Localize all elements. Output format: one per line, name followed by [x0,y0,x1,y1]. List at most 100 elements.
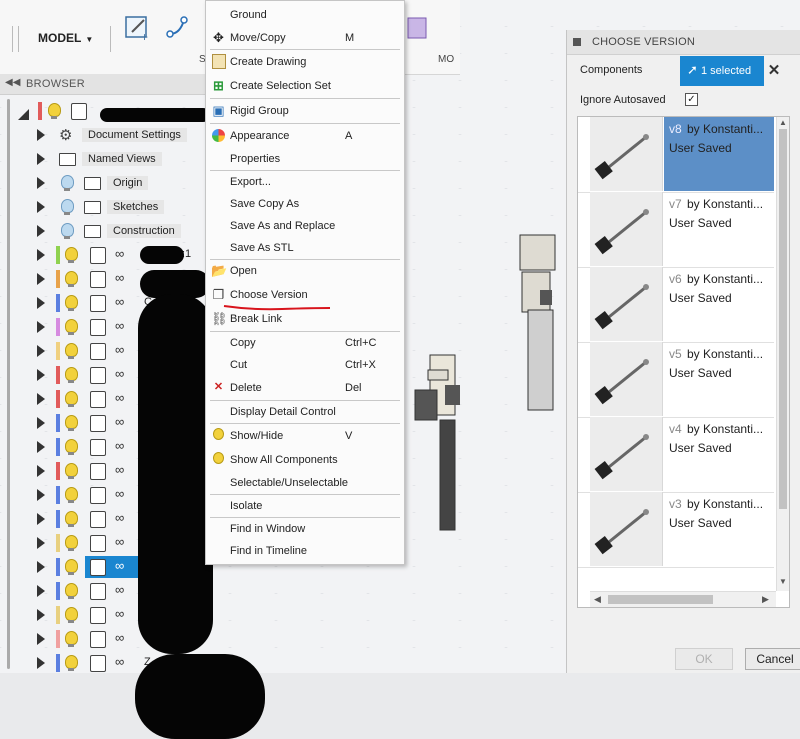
menu-item-display-detail-control[interactable]: Display Detail Control [206,401,404,423]
expand-arrow-icon[interactable] [37,417,45,429]
scrollbar-thumb[interactable] [779,129,787,509]
version-row[interactable]: v5 by Konstanti... User Saved [578,342,774,418]
lightbulb-icon[interactable] [65,487,78,503]
lightbulb-icon[interactable] [65,463,78,479]
lightbulb-icon[interactable] [65,391,78,407]
expand-arrow-icon[interactable] [18,109,29,120]
expand-arrow-icon[interactable] [37,201,45,213]
expand-arrow-icon[interactable] [37,561,45,573]
assemble-joint-icon[interactable] [166,14,194,42]
lightbulb-icon[interactable] [65,511,78,527]
workspace-dropdown[interactable]: MODEL ▼ [30,24,101,52]
version-list-vertical-scrollbar[interactable]: ▲ ▼ [776,117,789,591]
scroll-left-icon[interactable]: ◀ [594,594,601,605]
lightbulb-icon[interactable] [65,271,78,287]
expand-arrow-icon[interactable] [37,369,45,381]
expand-arrow-icon[interactable] [37,657,45,669]
version-row[interactable]: v4 by Konstanti... User Saved [578,417,774,493]
menu-item-save-copy-as[interactable]: Save Copy As [206,193,404,215]
menu-item-copy[interactable]: Copy Ctrl+C [206,332,404,354]
menu-item-find-in-timeline[interactable]: Find in Timeline [206,540,404,562]
menu-item-create-drawing[interactable]: Create Drawing [206,51,404,73]
menu-item-move-copy[interactable]: ✥ Move/Copy M [206,27,404,49]
ok-button[interactable]: OK [675,648,733,670]
expand-arrow-icon[interactable] [37,513,45,525]
lightbulb-icon[interactable] [65,607,78,623]
modify-tab-label[interactable]: MO [438,54,454,65]
lightbulb-icon[interactable] [65,559,78,575]
menu-item-open[interactable]: 📂 Open [206,260,404,282]
components-selection-button[interactable]: ➚ 1 selected [680,56,764,86]
scroll-up-icon[interactable]: ▲ [779,118,787,127]
expand-arrow-icon[interactable] [37,537,45,549]
expand-arrow-icon[interactable] [37,465,45,477]
modify-icon[interactable] [404,14,432,42]
lightbulb-icon[interactable] [65,535,78,551]
version-row[interactable]: v7 by Konstanti... User Saved [578,192,774,268]
scroll-right-icon[interactable]: ▶ [762,594,769,605]
clear-selection-icon[interactable]: ✕ [766,61,782,79]
browser-item-construction[interactable]: Construction [0,220,205,242]
version-list-horizontal-scrollbar[interactable]: ◀ ▶ [590,591,776,607]
expand-arrow-icon[interactable] [37,129,45,141]
lightbulb-icon[interactable] [65,343,78,359]
create-sketch-icon[interactable]: + [124,14,152,42]
expand-arrow-icon[interactable] [37,177,45,189]
cancel-button[interactable]: Cancel [745,648,800,670]
lightbulb-icon[interactable] [65,295,78,311]
version-row[interactable]: v6 by Konstanti... User Saved [578,267,774,343]
expand-arrow-icon[interactable] [37,609,45,621]
menu-item-show-all-components[interactable]: Show All Components [206,449,404,471]
lightbulb-icon[interactable] [65,319,78,335]
version-row[interactable]: v8 by Konstanti... User Saved [578,117,774,193]
lightbulb-icon[interactable] [65,439,78,455]
expand-arrow-icon[interactable] [37,297,45,309]
menu-item-ground[interactable]: Ground [206,4,404,26]
menu-item-selectable-unselectable[interactable]: Selectable/Unselectable [206,472,404,494]
menu-item-delete[interactable]: ✕ Delete Del [206,377,404,399]
lightbulb-icon[interactable] [65,631,78,647]
expand-arrow-icon[interactable] [37,441,45,453]
lightbulb-icon[interactable] [65,655,78,671]
lightbulb-icon[interactable] [65,367,78,383]
menu-item-appearance[interactable]: Appearance A [206,125,404,147]
lightbulb-icon[interactable] [65,415,78,431]
menu-item-isolate[interactable]: Isolate [206,495,404,517]
version-row[interactable]: v3 by Konstanti... User Saved [578,492,774,568]
expand-arrow-icon[interactable] [37,393,45,405]
menu-item-save-as-stl[interactable]: Save As STL [206,237,404,259]
browser-item-sketches[interactable]: Sketches [0,196,205,218]
expand-arrow-icon[interactable] [37,153,45,165]
scroll-down-icon[interactable]: ▼ [779,577,787,586]
expand-arrow-icon[interactable] [37,273,45,285]
expand-arrow-icon[interactable] [37,345,45,357]
lightbulb-icon[interactable] [48,103,61,119]
ignore-autosaved-checkbox[interactable]: ✓ [685,93,698,106]
lightbulb-icon[interactable] [61,199,74,215]
expand-arrow-icon[interactable] [37,225,45,237]
lightbulb-icon[interactable] [65,583,78,599]
lightbulb-icon[interactable] [65,247,78,263]
menu-item-save-as-and-replace[interactable]: Save As and Replace [206,215,404,237]
menu-item-cut[interactable]: Cut Ctrl+X [206,354,404,376]
lightbulb-icon[interactable] [61,175,74,191]
collapse-panel-icon[interactable]: ◀◀ [5,77,20,88]
expand-arrow-icon[interactable] [37,585,45,597]
menu-item-create-selection-set[interactable]: ⊞ Create Selection Set [206,75,404,97]
menu-item-rigid-group[interactable]: ▣ Rigid Group [206,100,404,122]
expand-arrow-icon[interactable] [37,249,45,261]
menu-item-export[interactable]: Export... [206,171,404,193]
collapse-dialog-icon[interactable] [573,38,581,46]
browser-item-document-settings[interactable]: ⚙ Document Settings [0,124,205,146]
expand-arrow-icon[interactable] [37,321,45,333]
menu-item-show-hide[interactable]: Show/Hide V [206,425,404,447]
scrollbar-thumb[interactable] [608,595,713,604]
menu-item-find-in-window[interactable]: Find in Window [206,518,404,540]
version-list[interactable]: v8 by Konstanti... User Saved v7 by Konstant… [577,116,790,608]
lightbulb-icon[interactable] [61,223,74,239]
expand-arrow-icon[interactable] [37,489,45,501]
menu-item-properties[interactable]: Properties [206,148,404,170]
browser-item-origin[interactable]: Origin [0,172,205,194]
expand-arrow-icon[interactable] [37,633,45,645]
browser-item-named-views[interactable]: Named Views [0,148,205,170]
